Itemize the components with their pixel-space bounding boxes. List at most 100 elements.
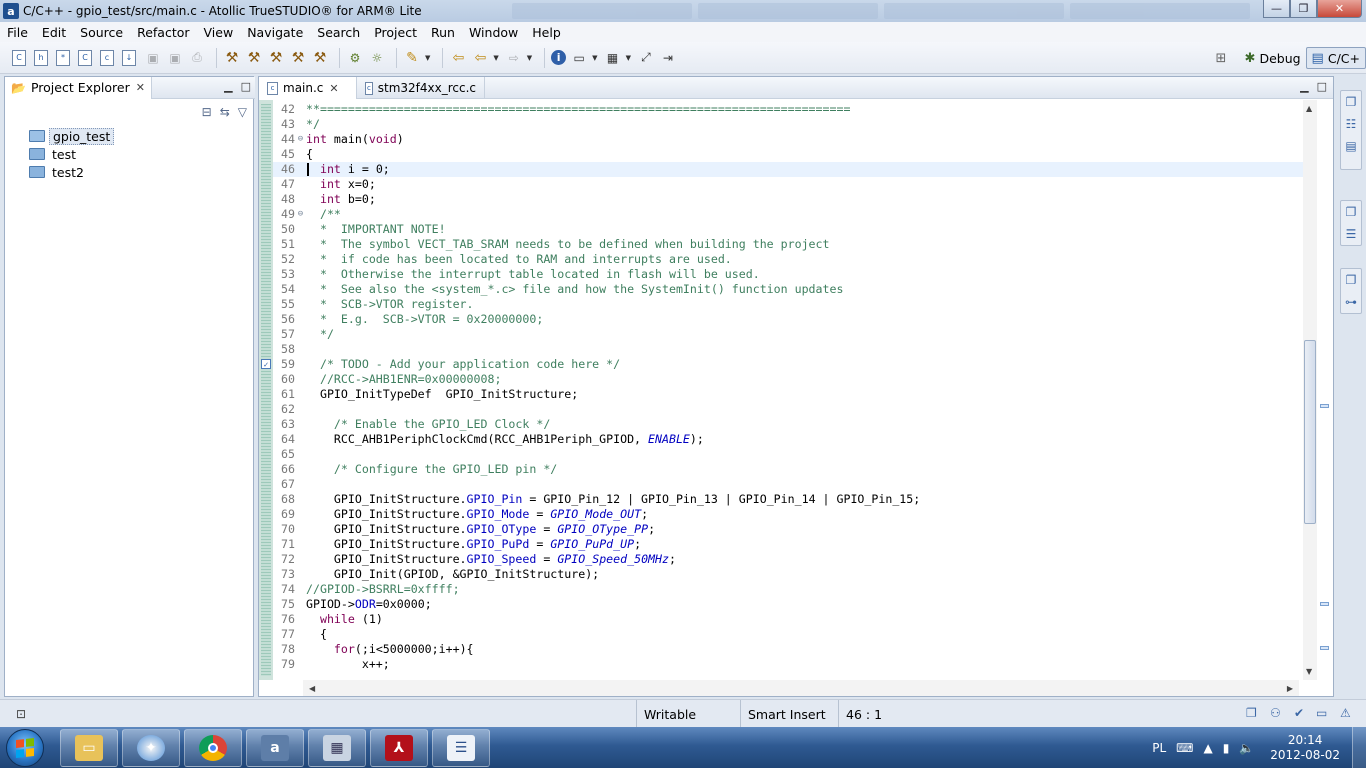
vertical-scrollbar[interactable]: ▲ ▼	[1303, 100, 1317, 680]
new-header-file-icon[interactable]: h	[34, 49, 48, 66]
maximize-view-icon[interactable]: □	[1317, 80, 1327, 93]
overview-marker[interactable]	[1320, 646, 1329, 650]
code-line[interactable]: 62	[273, 402, 1303, 417]
horizontal-scrollbar[interactable]: ◀ ▶	[303, 680, 1299, 696]
scroll-down-icon[interactable]: ▼	[1306, 667, 1312, 676]
code-line[interactable]: 47 int x=0;	[273, 177, 1303, 192]
build-icon[interactable]: ⚒	[223, 49, 241, 67]
code-line[interactable]: 75 GPIOD->ODR=0x0000;	[273, 597, 1303, 612]
code-line[interactable]: 55 * SCB->VTOR register.	[273, 297, 1303, 312]
task-list-icon[interactable]: ☰	[1341, 223, 1361, 245]
chevron-down-icon[interactable]: ▼	[425, 54, 430, 62]
minimize-view-icon[interactable]: ▁	[1300, 80, 1308, 93]
maximize-button[interactable]: ❐	[1290, 0, 1317, 18]
code-line[interactable]: 44 ⊖ int main(void)	[273, 132, 1303, 147]
code-line[interactable]: 43 */	[273, 117, 1303, 132]
volume-icon[interactable]: 🔈	[1239, 741, 1254, 755]
code-line[interactable]: 50 * IMPORTANT NOTE!	[273, 222, 1303, 237]
code-line[interactable]: 57 */	[273, 327, 1303, 342]
code-line[interactable]: 56 * E.g. SCB->VTOR = 0x20000000;	[273, 312, 1303, 327]
task-marker-icon[interactable]: ✓	[261, 359, 271, 369]
window-layout-icon[interactable]: ▭	[570, 49, 588, 67]
menu-run[interactable]: Run	[424, 25, 462, 40]
menu-search[interactable]: Search	[310, 25, 367, 40]
fullscreen-icon[interactable]: ⤢	[637, 49, 655, 67]
code-line[interactable]: 46 int i = 0;	[273, 162, 1303, 177]
code-line[interactable]: 71 GPIO_InitStructure.GPIO_PuPd = GPIO_P…	[273, 537, 1303, 552]
problems-icon[interactable]: ⚠	[1340, 706, 1351, 720]
minimize-button[interactable]: —	[1263, 0, 1290, 18]
collapse-all-icon[interactable]: ⊟	[202, 105, 212, 119]
grid-icon[interactable]: ▦	[604, 49, 622, 67]
code-line[interactable]: 60 //RCC->AHB1ENR=0x00000008;	[273, 372, 1303, 387]
exit-icon[interactable]: ⇥	[659, 49, 677, 67]
taskbar-calculator[interactable]: ▦	[308, 729, 366, 767]
language-indicator[interactable]: PL	[1152, 741, 1166, 755]
code-line[interactable]: 42 **====================================…	[273, 102, 1303, 117]
code-line[interactable]: 54 * See also the <system_*.c> file and …	[273, 282, 1303, 297]
build-settings-icon[interactable]: ⚒	[311, 49, 329, 67]
taskbar-chrome[interactable]	[184, 729, 242, 767]
restore-icon[interactable]: ❐	[1341, 91, 1361, 113]
tree-item-test2[interactable]: test2	[29, 163, 114, 181]
new-class-icon[interactable]: C	[78, 49, 92, 66]
code-line[interactable]: 64 RCC_AHB1PeriphClockCmd(RCC_AHB1Periph…	[273, 432, 1303, 447]
code-line[interactable]: 49 ⊖ /**	[273, 207, 1303, 222]
chevron-down-icon[interactable]: ▼	[592, 54, 597, 62]
people-icon[interactable]: ⚇	[1270, 706, 1281, 720]
code-line[interactable]: 74 //GPIOD->BSRRL=0xffff;	[273, 582, 1303, 597]
taskbar-pdf-reader[interactable]: ⅄	[370, 729, 428, 767]
tab-project-explorer[interactable]: 📂 Project Explorer ✕	[5, 76, 152, 99]
code-line[interactable]: 66 /* Configure the GPIO_LED pin */	[273, 462, 1303, 477]
code-line[interactable]: 53 * Otherwise the interrupt table locat…	[273, 267, 1303, 282]
scroll-left-icon[interactable]: ◀	[309, 684, 315, 693]
menu-edit[interactable]: Edit	[35, 25, 73, 40]
tray-expand-icon[interactable]: ▲	[1203, 741, 1212, 755]
clock[interactable]: 20:14 2012-08-02	[1270, 733, 1340, 763]
fold-collapse-icon[interactable]: ⊖	[295, 207, 306, 222]
tree-item-gpio-test[interactable]: gpio_test	[29, 127, 115, 145]
save-all-icon[interactable]: ▣	[166, 49, 184, 67]
restore-icon[interactable]: ❐	[1341, 269, 1361, 291]
code-line[interactable]: 51 * The symbol VECT_TAB_SRAM needs to b…	[273, 237, 1303, 252]
tab-main-c[interactable]: c main.c ✕	[259, 77, 357, 99]
open-perspective-icon[interactable]: ⊞	[1216, 50, 1234, 66]
perspective-debug[interactable]: ✱ Debug	[1240, 47, 1306, 69]
include-browser-icon[interactable]: ▤	[1341, 135, 1361, 157]
last-edit-icon[interactable]: ⇦	[449, 49, 467, 67]
new-source-folder-icon[interactable]: c	[100, 49, 114, 66]
code-line[interactable]: 73 GPIO_Init(GPIOD, &GPIO_InitStructure)…	[273, 567, 1303, 582]
forward-icon[interactable]: ⇨	[505, 49, 523, 67]
download-icon[interactable]: ↓	[122, 49, 136, 66]
fold-collapse-icon[interactable]: ⊖	[295, 132, 306, 147]
code-line[interactable]: 70 GPIO_InitStructure.GPIO_OType = GPIO_…	[273, 522, 1303, 537]
info-icon[interactable]: i	[551, 50, 567, 65]
keyboard-icon[interactable]: ⌨	[1176, 741, 1193, 755]
code-line[interactable]: 69 GPIO_InitStructure.GPIO_Mode = GPIO_M…	[273, 507, 1303, 522]
new-source-file-icon[interactable]: *	[56, 49, 70, 66]
code-line[interactable]: 67	[273, 477, 1303, 492]
code-line[interactable]: 45 {	[273, 147, 1303, 162]
taskbar-explorer[interactable]: ▭	[60, 729, 118, 767]
code-line[interactable]: 76 while (1)	[273, 612, 1303, 627]
taskbar-truestudio[interactable]: a	[246, 729, 304, 767]
minimize-view-icon[interactable]: ▁	[224, 80, 232, 93]
close-button[interactable]: ✕	[1317, 0, 1362, 18]
network-icon[interactable]: ▮	[1223, 741, 1230, 755]
menu-window[interactable]: Window	[462, 25, 525, 40]
maximize-view-icon[interactable]: □	[241, 80, 251, 93]
link-editor-icon[interactable]: ⇆	[220, 105, 230, 119]
taskbar-browser-safari[interactable]: ✦	[122, 729, 180, 767]
start-button[interactable]	[6, 729, 44, 767]
back-icon[interactable]: ⇦	[471, 49, 489, 67]
perspective-cpp[interactable]: ▤ C/C+	[1305, 47, 1366, 69]
menu-project[interactable]: Project	[367, 25, 424, 40]
tree-item-test[interactable]: test	[29, 145, 114, 163]
menu-navigate[interactable]: Navigate	[240, 25, 310, 40]
tab-stm32f4xx-rcc-c[interactable]: c stm32f4xx_rcc.c	[357, 77, 485, 99]
overview-marker[interactable]	[1320, 404, 1329, 408]
fast-view-icon[interactable]: ⊡	[16, 707, 26, 721]
menu-source[interactable]: Source	[73, 25, 130, 40]
scroll-thumb[interactable]	[1304, 340, 1316, 524]
code-line[interactable]: 63 /* Enable the GPIO_LED Clock */	[273, 417, 1303, 432]
